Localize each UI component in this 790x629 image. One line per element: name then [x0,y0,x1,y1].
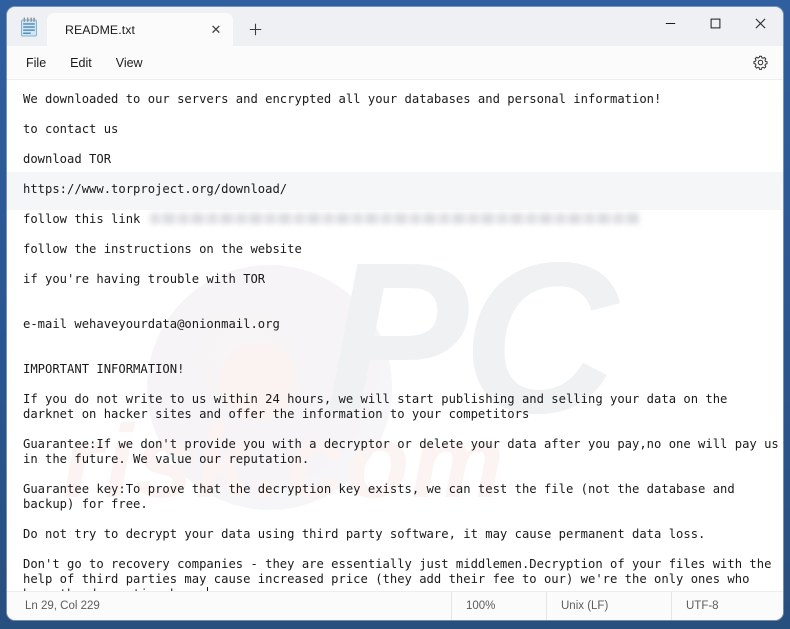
note-blank-line [23,167,783,182]
gear-icon-glyph [752,55,768,70]
menu-bar: File Edit View [7,46,783,80]
note-blank-line [23,377,783,392]
note-blank-line [23,347,783,362]
note-line: download TOR [23,152,112,166]
maximize-icon [710,18,721,29]
menu-item-edit[interactable]: Edit [59,51,103,75]
close-window-button[interactable] [738,7,783,40]
tab-label: README.txt [65,22,136,37]
note-blank-line [23,107,783,122]
note-blank-line [23,137,783,152]
note-blank-line [23,542,783,557]
note-blank-line [23,332,783,347]
editor-area[interactable]: PC risk.com We downloaded to our servers… [7,80,783,591]
maximize-button[interactable] [693,7,738,40]
note-blank-line [23,422,783,437]
note-blank-line [23,287,783,302]
note-blank-line [23,197,783,212]
text-caret [207,587,209,591]
status-bar: Ln 29, Col 229 100% Unix (LF) UTF-8 [7,591,783,620]
new-tab-button[interactable] [240,14,270,44]
note-line: If you do not write to us within 24 hour… [23,392,735,421]
tab-readme[interactable]: README.txt ✕ [47,13,233,46]
title-bar: README.txt ✕ [7,7,783,46]
window-controls [648,7,783,40]
note-line: follow this link [23,212,783,227]
gear-icon[interactable] [743,50,777,76]
menu-item-file[interactable]: File [15,51,57,75]
note-line: if you're having trouble with TOR [23,272,266,286]
tab-strip: README.txt ✕ [7,7,648,46]
notepad-icon [15,7,43,46]
note-blank-line [23,467,783,482]
minimize-button[interactable] [648,7,693,40]
note-line: IMPORTANT INFORMATION! [23,362,185,376]
note-line: follow the instructions on the website [23,242,302,256]
status-line-ending[interactable]: Unix (LF) [546,592,671,620]
note-line: e-mail wehaveyourdata@onionmail.org [23,317,280,331]
notepad-icon-glyph [21,17,37,36]
close-tab-icon[interactable]: ✕ [203,18,229,42]
plus-icon [249,23,261,35]
note-line: Don't go to recovery companies - they ar… [23,557,783,591]
status-position: Ln 29, Col 229 [25,600,100,612]
note-line: Guarantee:If we don't provide you with a… [23,437,779,466]
note-blank-line [23,257,783,272]
note-blank-line [23,227,783,242]
notepad-window: README.txt ✕ File Edit View PC risk.com … [7,7,783,620]
minimize-icon [665,23,676,24]
note-line: We downloaded to our servers and encrypt… [23,92,662,106]
window-frame: README.txt ✕ File Edit View PC risk.com … [0,0,790,629]
note-blank-line [23,302,783,317]
note-line: Guarantee key:To prove that the decrypti… [23,482,743,511]
redacted-link [149,213,640,224]
note-line: Do not try to decrypt your data using th… [23,527,706,541]
status-zoom[interactable]: 100% [451,592,546,620]
note-text[interactable]: We downloaded to our servers and encrypt… [7,80,783,591]
status-encoding[interactable]: UTF-8 [671,592,783,620]
menu-item-view[interactable]: View [105,51,154,75]
note-blank-line [23,512,783,527]
close-icon [755,18,766,29]
note-line: https://www.torproject.org/download/ [23,182,288,196]
note-line: to contact us [23,122,119,136]
